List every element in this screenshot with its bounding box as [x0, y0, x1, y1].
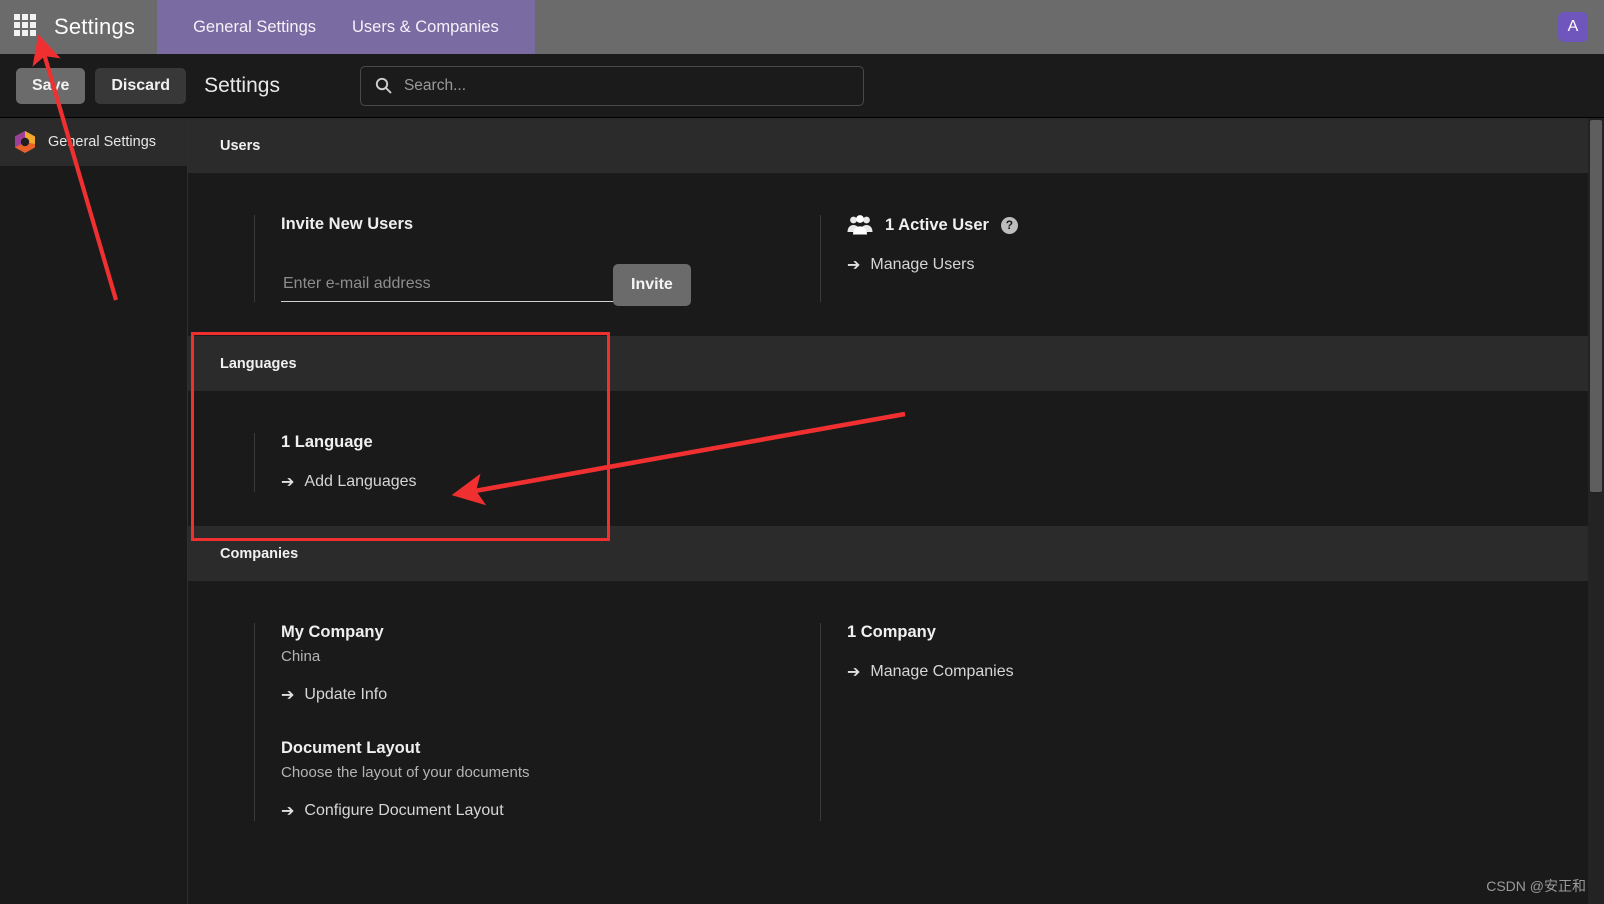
navbar-right: A	[1558, 0, 1604, 54]
setting-active-users: 1 Active User ? ➔ Manage Users	[820, 215, 1240, 302]
sidebar-item-general-settings[interactable]: General Settings	[0, 118, 187, 166]
configure-document-layout-label: Configure Document Layout	[304, 802, 504, 819]
invite-button[interactable]: Invite	[613, 264, 691, 306]
arrow-right-icon: ➔	[281, 803, 295, 820]
update-info-link[interactable]: ➔ Update Info	[281, 685, 754, 705]
app-root: Settings General Settings Users & Compan…	[0, 0, 1604, 904]
invite-title: Invite New Users	[281, 215, 414, 233]
top-navbar: Settings General Settings Users & Compan…	[0, 0, 1604, 54]
add-languages-link[interactable]: ➔ Add Languages	[281, 472, 754, 492]
document-layout-title: Document Layout	[281, 739, 421, 757]
add-languages-label: Add Languages	[304, 473, 417, 490]
active-user-count: 1 Active User	[885, 215, 989, 234]
section-title-companies: Companies	[220, 545, 299, 562]
my-company-title: My Company	[281, 623, 384, 641]
avatar[interactable]: A	[1558, 12, 1588, 42]
search-icon	[375, 77, 392, 94]
scrollbar-thumb[interactable]	[1590, 120, 1602, 492]
manage-companies-label: Manage Companies	[870, 663, 1014, 680]
section-header-languages: Languages	[188, 336, 1604, 391]
save-button[interactable]: Save	[16, 67, 86, 104]
sidebar-item-label: General Settings	[48, 134, 157, 150]
setting-document-layout: Document Layout Choose the layout of you…	[281, 739, 754, 821]
sidebar: General Settings	[0, 118, 188, 904]
odoo-hexagon-logo	[15, 131, 35, 153]
update-info-label: Update Info	[304, 686, 388, 703]
section-body-users: Invite New Users Invite 1 Ac	[188, 173, 1604, 336]
manage-users-label: Manage Users	[870, 256, 975, 273]
language-count: 1 Language	[281, 433, 373, 451]
arrow-right-icon: ➔	[281, 474, 295, 491]
my-company-country: China	[281, 648, 321, 665]
manage-users-link[interactable]: ➔ Manage Users	[847, 255, 1240, 275]
manage-companies-link[interactable]: ➔ Manage Companies	[847, 662, 1240, 682]
section-header-companies: Companies	[188, 526, 1604, 581]
question-mark-icon[interactable]: ?	[1000, 216, 1018, 234]
company-count: 1 Company	[847, 623, 936, 641]
arrow-right-icon: ➔	[847, 664, 861, 681]
section-title-users: Users	[220, 137, 261, 154]
setting-company-count: 1 Company ➔ Manage Companies	[820, 623, 1240, 821]
main-content: Users Invite New Users Invite	[188, 118, 1604, 904]
search-placeholder: Search...	[403, 76, 466, 94]
tab-users-and-companies[interactable]: Users & Companies	[334, 0, 517, 54]
invite-row: Invite	[281, 264, 754, 306]
section-title-languages: Languages	[220, 355, 297, 372]
arrow-right-icon: ➔	[281, 687, 295, 704]
navbar-tabs: General Settings Users & Companies	[157, 0, 535, 54]
setting-languages: 1 Language ➔ Add Languages	[254, 433, 754, 492]
arrow-right-icon: ➔	[847, 257, 861, 274]
brand-area[interactable]: Settings	[0, 0, 158, 54]
vertical-scrollbar[interactable]	[1588, 118, 1604, 904]
search-input[interactable]: Search...	[359, 65, 864, 106]
users-group-icon	[847, 215, 873, 235]
control-panel: Save Discard Settings Search...	[0, 54, 1604, 118]
discard-button[interactable]: Discard	[95, 67, 187, 104]
grid-apps-icon[interactable]	[14, 14, 40, 40]
brand-title: Settings	[54, 14, 136, 39]
section-body-languages: 1 Language ➔ Add Languages	[188, 391, 1604, 526]
document-layout-subtitle: Choose the layout of your documents	[281, 764, 530, 781]
setting-my-company: My Company China ➔ Update Info Document …	[254, 623, 754, 821]
setting-invite-new-users: Invite New Users Invite	[254, 215, 754, 306]
page-title: Settings	[204, 73, 280, 97]
section-body-companies: My Company China ➔ Update Info Document …	[188, 581, 1604, 855]
email-field[interactable]	[281, 269, 629, 302]
configure-document-layout-link[interactable]: ➔ Configure Document Layout	[281, 801, 754, 821]
tab-general-settings[interactable]: General Settings	[175, 0, 334, 54]
section-header-users: Users	[188, 118, 1604, 173]
active-user-count-row: 1 Active User ?	[847, 215, 1240, 235]
